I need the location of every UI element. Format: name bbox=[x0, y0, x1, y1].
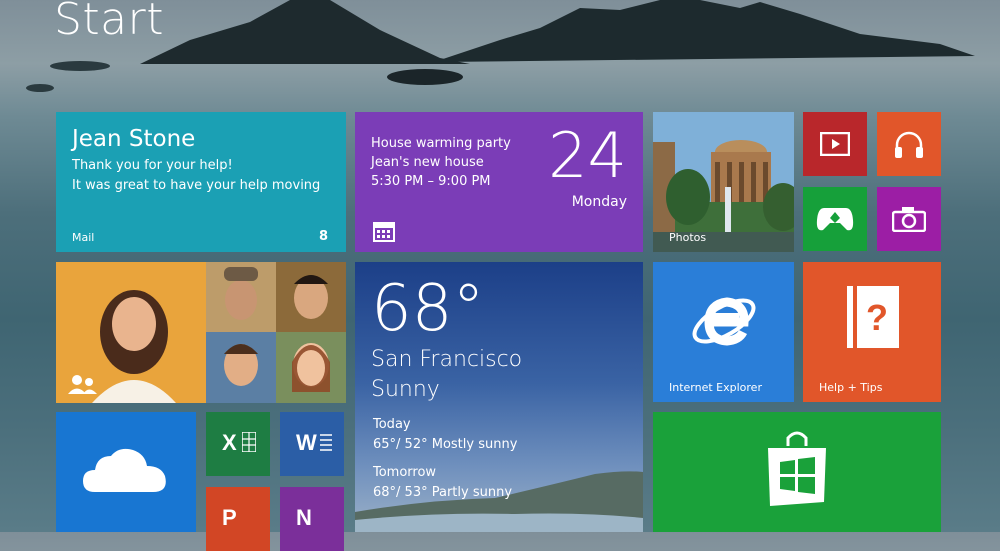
weather-city: San Francisco bbox=[371, 347, 523, 372]
cloud-icon bbox=[83, 448, 166, 492]
camera-tile[interactable] bbox=[877, 187, 941, 251]
photos-tile[interactable]: Photos bbox=[653, 112, 794, 252]
headphones-icon bbox=[895, 131, 923, 158]
xbox-games-icon bbox=[816, 208, 854, 231]
mail-unread-count: 8 bbox=[318, 229, 328, 244]
store-bag-icon bbox=[768, 431, 826, 506]
internet-explorer-tile[interactable]: Internet Explorer bbox=[653, 262, 794, 402]
excel-tile[interactable]: X bbox=[206, 412, 270, 476]
calendar-tile[interactable]: House warming party Jean's new house 5:3… bbox=[355, 112, 643, 252]
svg-text:?: ? bbox=[866, 297, 888, 338]
powerpoint-tile[interactable]: P bbox=[206, 487, 270, 551]
mail-preview-line1: Thank you for your help! bbox=[72, 158, 233, 173]
camera-icon bbox=[892, 207, 926, 232]
calendar-event-time: 5:30 PM – 9:00 PM bbox=[371, 174, 491, 189]
help-book-icon: ? bbox=[847, 286, 899, 348]
calendar-event-location: Jean's new house bbox=[371, 155, 484, 170]
weather-temperature: 68° bbox=[371, 272, 485, 346]
mail-preview-line2: It was great to have your help moving bbox=[72, 178, 321, 193]
photos-label: Photos bbox=[669, 231, 707, 244]
onenote-tile[interactable]: N bbox=[280, 487, 344, 551]
powerpoint-icon: P bbox=[222, 505, 237, 530]
internet-explorer-label: Internet Explorer bbox=[669, 381, 762, 394]
help-tips-label: Help + Tips bbox=[819, 381, 883, 394]
mail-label: Mail bbox=[72, 231, 95, 244]
calendar-weekday: Monday bbox=[571, 194, 627, 210]
calendar-day-number: 24 bbox=[548, 119, 627, 192]
onenote-icon: N bbox=[296, 505, 312, 530]
music-tile[interactable] bbox=[877, 112, 941, 176]
excel-grid-icon bbox=[242, 432, 256, 452]
weather-today-label: Today bbox=[373, 417, 411, 432]
store-tile[interactable] bbox=[653, 412, 941, 532]
word-tile[interactable]: W bbox=[280, 412, 344, 476]
people-tile[interactable] bbox=[56, 262, 346, 403]
weather-tile[interactable]: 68° San Francisco Sunny Today 65°/ 52° M… bbox=[355, 262, 643, 532]
games-tile[interactable] bbox=[803, 187, 867, 251]
word-icon: W bbox=[296, 430, 317, 455]
excel-icon: X bbox=[222, 430, 237, 455]
mail-sender: Jean Stone bbox=[72, 126, 196, 152]
video-icon bbox=[820, 132, 850, 156]
weather-condition: Sunny bbox=[371, 377, 440, 402]
weather-tomorrow-label: Tomorrow bbox=[373, 465, 437, 480]
people-photos-collage bbox=[56, 262, 346, 403]
word-lines-icon bbox=[320, 434, 332, 451]
people-icon bbox=[68, 375, 97, 394]
onedrive-tile[interactable] bbox=[56, 412, 196, 532]
mail-tile[interactable]: Jean Stone Thank you for your help! It w… bbox=[56, 112, 346, 252]
internet-explorer-icon bbox=[692, 297, 756, 346]
weather-today-forecast: 65°/ 52° Mostly sunny bbox=[373, 437, 518, 452]
help-tips-tile[interactable]: ? Help + Tips bbox=[803, 262, 941, 402]
video-tile[interactable] bbox=[803, 112, 867, 176]
calendar-icon bbox=[373, 222, 395, 242]
start-title: Start bbox=[54, 0, 164, 45]
calendar-event-title: House warming party bbox=[371, 136, 511, 151]
weather-tomorrow-forecast: 68°/ 53° Partly sunny bbox=[373, 485, 513, 500]
